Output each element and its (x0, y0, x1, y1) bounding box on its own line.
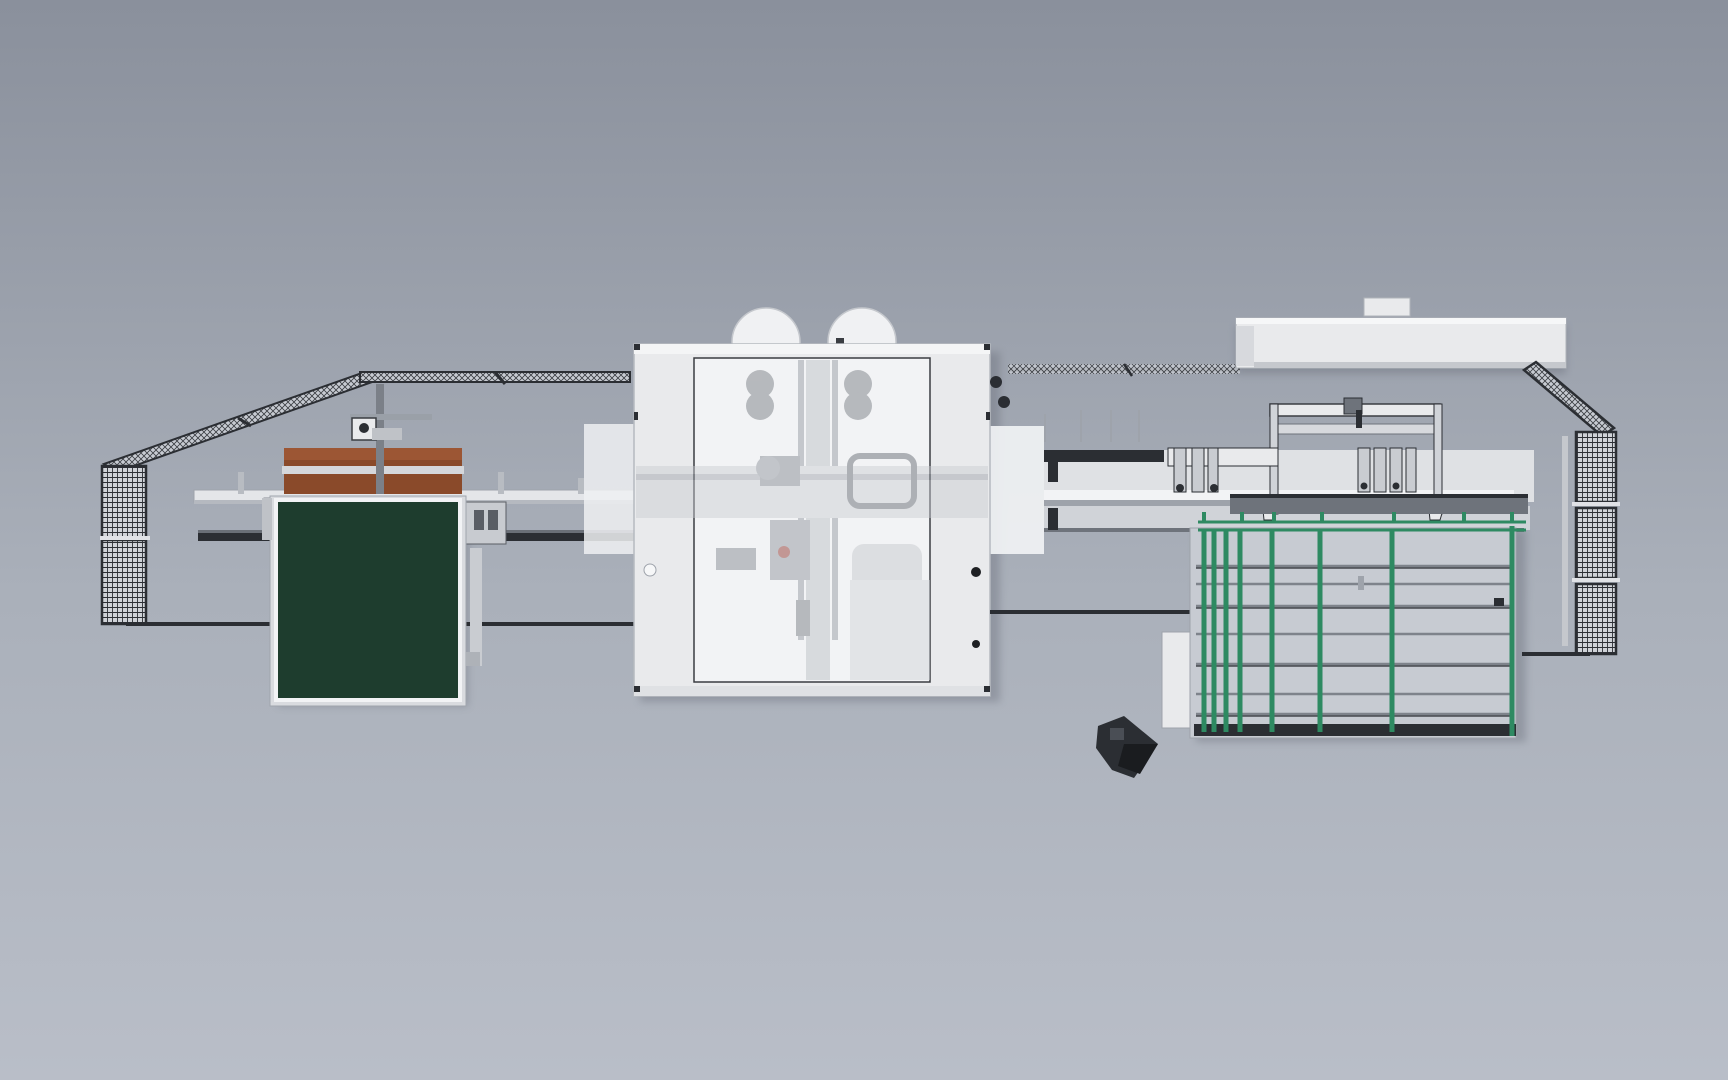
machine-layout-scene (0, 0, 1728, 1080)
gripper-set-left (1173, 447, 1219, 493)
green-storage-rack (1161, 512, 1526, 739)
green-loading-table (262, 495, 480, 707)
cabin-port-icon (971, 567, 981, 577)
central-processing-cabin (584, 307, 1044, 697)
top-view-render (0, 0, 1728, 1080)
cabin-port-icon (972, 640, 980, 648)
sensor-icon (359, 423, 369, 433)
